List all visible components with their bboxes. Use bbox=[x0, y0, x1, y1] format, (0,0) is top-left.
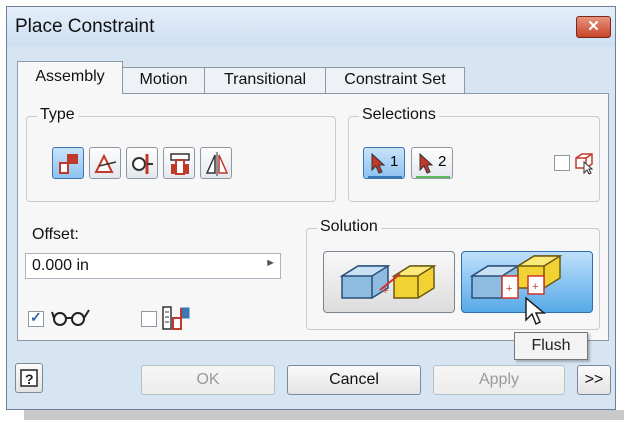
select-second-label: 2 bbox=[438, 153, 447, 170]
type-group-label: Type bbox=[37, 106, 78, 124]
tab-motion[interactable]: Motion bbox=[122, 67, 205, 93]
offset-label: Offset: bbox=[32, 226, 79, 243]
window-title: Place Constraint bbox=[15, 16, 155, 37]
tab-assembly[interactable]: Assembly bbox=[17, 61, 123, 94]
solution-group: Solution + + + bbox=[306, 218, 600, 330]
tab-constraint-set[interactable]: Constraint Set bbox=[325, 67, 465, 93]
help-button[interactable]: ? bbox=[15, 363, 43, 393]
svg-text:+: + bbox=[532, 281, 538, 293]
predict-offset-icon bbox=[162, 306, 190, 330]
pick-part-first-icon bbox=[575, 153, 594, 175]
svg-text:?: ? bbox=[25, 371, 34, 387]
insert-constraint-button[interactable] bbox=[163, 147, 195, 179]
show-preview-checkbox[interactable]: ✓ bbox=[28, 309, 44, 327]
angle-constraint-button[interactable] bbox=[89, 147, 121, 179]
tab-transitional[interactable]: Transitional bbox=[204, 67, 326, 93]
tangent-constraint-icon bbox=[132, 154, 153, 174]
apply-button[interactable]: Apply bbox=[433, 365, 565, 395]
offset-field[interactable]: ► bbox=[25, 253, 281, 279]
select-first-label: 1 bbox=[390, 153, 399, 170]
offset-input[interactable] bbox=[32, 257, 242, 275]
mate-constraint-button[interactable] bbox=[52, 147, 84, 179]
symmetry-constraint-button[interactable] bbox=[200, 147, 232, 179]
more-options-button[interactable]: >> bbox=[577, 365, 611, 395]
assembly-tab-panel: Type Selections 1 2 Offset: Solution + +… bbox=[17, 93, 609, 341]
svg-text:+: + bbox=[506, 283, 512, 295]
dialog-shadow bbox=[24, 410, 624, 420]
selections-group: Selections 1 2 bbox=[348, 106, 600, 202]
solution-mate-button[interactable]: + bbox=[323, 251, 455, 313]
flush-tooltip: Flush bbox=[514, 332, 588, 360]
insert-constraint-icon bbox=[170, 153, 190, 175]
checkmark-icon: ✓ bbox=[30, 309, 42, 325]
symmetry-constraint-icon bbox=[205, 152, 229, 176]
select-second-button[interactable]: 2 bbox=[411, 147, 453, 179]
select-arrow-icon bbox=[416, 152, 450, 178]
svg-text:+: + bbox=[382, 285, 388, 297]
pick-part-first-checkbox[interactable] bbox=[554, 155, 570, 171]
close-button[interactable]: ✕ bbox=[576, 16, 611, 38]
mate-constraint-icon bbox=[59, 154, 78, 174]
select-first-button[interactable]: 1 bbox=[363, 147, 405, 179]
cancel-button[interactable]: Cancel bbox=[287, 365, 421, 395]
selections-group-label: Selections bbox=[359, 106, 439, 124]
mouse-cursor-icon bbox=[525, 296, 547, 326]
select-arrow-icon bbox=[368, 152, 402, 178]
angle-constraint-icon bbox=[94, 153, 117, 173]
ok-button[interactable]: OK bbox=[141, 365, 275, 395]
tangent-constraint-button[interactable] bbox=[126, 147, 158, 179]
title-bar: Place Constraint ✕ bbox=[7, 7, 615, 47]
glasses-preview-icon bbox=[51, 309, 90, 326]
help-icon: ? bbox=[20, 369, 38, 387]
solution-group-label: Solution bbox=[317, 218, 381, 236]
mate-solution-icon: + bbox=[339, 265, 437, 299]
predict-offset-checkbox[interactable] bbox=[141, 311, 157, 327]
offset-spinner-arrow-icon[interactable]: ► bbox=[265, 257, 276, 269]
type-group: Type bbox=[26, 106, 336, 202]
